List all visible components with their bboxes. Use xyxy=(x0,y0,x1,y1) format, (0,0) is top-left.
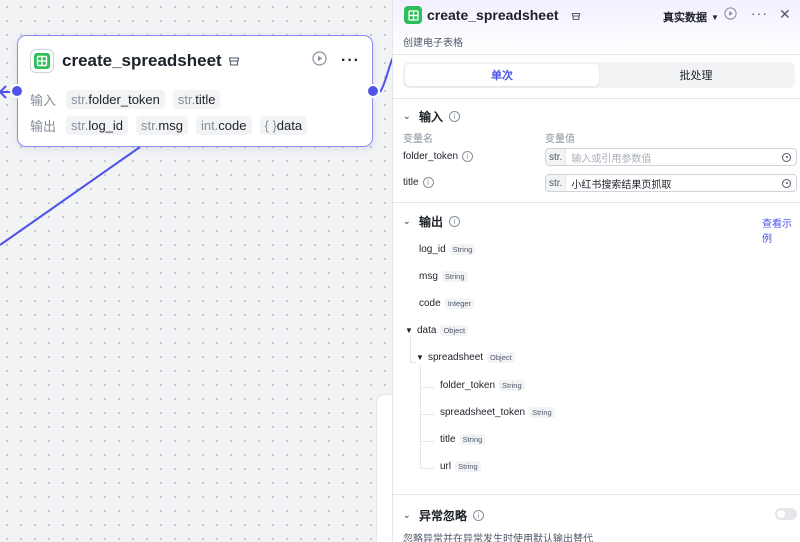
node-output-label: 输出 xyxy=(30,119,57,134)
panel-subtitle: 创建电子表格 xyxy=(403,38,463,49)
column-header-name: 变量名 xyxy=(403,134,433,145)
info-icon[interactable]: i xyxy=(473,510,485,521)
output-section-title: 输出 xyxy=(419,215,444,229)
tree-line xyxy=(420,387,434,388)
divider xyxy=(393,202,800,203)
divider xyxy=(393,98,800,99)
input-port[interactable] xyxy=(10,84,24,98)
node-input-chip: str.title xyxy=(172,90,221,109)
info-icon[interactable]: i xyxy=(449,216,461,227)
node-title: create_spreadsheet xyxy=(62,51,222,70)
tree-line xyxy=(420,441,434,442)
type-tag: Object xyxy=(440,325,469,336)
reference-variable-icon[interactable] xyxy=(782,152,791,162)
node-input-chip: str.folder_token xyxy=(66,90,165,109)
view-example-link[interactable]: 查看示例 xyxy=(762,215,800,245)
field-label-folder-token: folder_token i xyxy=(403,151,474,162)
output-item: code Integer xyxy=(419,298,475,309)
field-type: str. xyxy=(546,149,567,165)
error-section-title: 异常忽略 xyxy=(419,509,468,523)
spreadsheet-icon xyxy=(30,49,54,73)
node-input-label: 输入 xyxy=(30,93,57,108)
tab-single[interactable]: 单次 xyxy=(405,64,599,86)
folder-token-field[interactable]: str. 输入或引用参数值 xyxy=(545,148,797,166)
type-tag: String xyxy=(441,271,468,282)
spreadsheet-icon xyxy=(404,6,422,24)
type-tag: String xyxy=(455,461,481,472)
output-item-spreadsheet[interactable]: ▼ spreadsheet Object xyxy=(416,352,515,363)
type-tag: String xyxy=(499,380,525,391)
caret-down-icon[interactable]: ▼ xyxy=(416,353,424,362)
type-tag: Object xyxy=(487,352,515,363)
column-header-value: 变量值 xyxy=(545,134,575,145)
chevron-down-icon: ⌄ xyxy=(403,216,411,226)
error-section-description: 忽略异常并在异常发生时使用默认输出替代 xyxy=(403,534,593,542)
output-item: msg String xyxy=(419,271,468,282)
tree-line xyxy=(420,365,421,469)
plugin-store-icon xyxy=(571,8,581,26)
info-icon[interactable]: i xyxy=(449,111,461,122)
type-tag: String xyxy=(529,407,555,418)
output-item: folder_token String xyxy=(440,380,525,391)
panel-header: create_spreadsheet 创建电子表格 真实数据 ▼ ··· ✕ xyxy=(393,0,800,55)
tree-line xyxy=(420,468,434,469)
info-icon[interactable]: i xyxy=(422,177,434,188)
run-node-icon[interactable] xyxy=(724,7,737,25)
caret-down-icon: ▼ xyxy=(711,12,719,22)
node-more-icon[interactable]: ··· xyxy=(341,52,360,70)
node-detail-panel: create_spreadsheet 创建电子表格 真实数据 ▼ ··· ✕ 单… xyxy=(392,0,800,542)
type-tag: Integer xyxy=(444,298,475,309)
node-output-chip: int.code xyxy=(195,116,252,135)
ignore-error-toggle[interactable] xyxy=(775,508,797,520)
run-node-icon[interactable] xyxy=(312,51,327,71)
info-icon[interactable]: i xyxy=(462,151,474,162)
output-port[interactable] xyxy=(366,84,380,98)
plugin-store-icon xyxy=(228,55,240,67)
node-output-chip: str.log_id xyxy=(66,116,129,135)
divider xyxy=(393,494,800,495)
run-mode-tabs: 单次 批处理 xyxy=(403,62,795,88)
chevron-down-icon: ⌄ xyxy=(403,510,411,520)
error-section-header[interactable]: ⌄ 异常忽略 i xyxy=(403,507,485,524)
reference-variable-icon[interactable] xyxy=(782,178,791,188)
chevron-down-icon: ⌄ xyxy=(403,111,411,121)
node-output-chip: str.msg xyxy=(136,116,188,135)
node-output-chip: { }data xyxy=(259,116,308,135)
output-item-data[interactable]: ▼ data Object xyxy=(405,325,469,336)
tree-line xyxy=(410,336,411,362)
title-field[interactable]: str. 小红书搜索结果页抓取 xyxy=(545,174,797,192)
field-type: str. xyxy=(546,175,567,191)
output-item: title String xyxy=(440,434,486,445)
tab-batch[interactable]: 批处理 xyxy=(599,64,793,86)
type-tag: String xyxy=(449,244,476,255)
panel-title: create_spreadsheet xyxy=(427,7,559,23)
workflow-node-create-spreadsheet[interactable]: create_spreadsheet ··· 输入 str.folder_tok… xyxy=(10,35,380,147)
type-tag: String xyxy=(459,434,486,445)
output-item: spreadsheet_token String xyxy=(440,407,555,418)
tree-line xyxy=(420,414,434,415)
output-item: url String xyxy=(440,461,481,472)
input-section-title: 输入 xyxy=(419,110,444,124)
data-mode-label: 真实数据 xyxy=(663,12,707,24)
data-mode-dropdown[interactable]: 真实数据 ▼ xyxy=(663,9,719,25)
panel-more-icon[interactable]: ··· xyxy=(751,5,768,21)
close-icon[interactable]: ✕ xyxy=(779,6,791,23)
output-item: log_id String xyxy=(419,244,476,255)
output-section-header[interactable]: ⌄ 输出 i xyxy=(403,213,461,230)
folder-token-placeholder: 输入或引用参数值 xyxy=(571,153,652,165)
title-value: 小红书搜索结果页抓取 xyxy=(571,179,672,191)
field-label-title: title i xyxy=(403,177,434,188)
input-section-header[interactable]: ⌄ 输入 i xyxy=(403,108,461,125)
caret-down-icon[interactable]: ▼ xyxy=(405,326,413,335)
